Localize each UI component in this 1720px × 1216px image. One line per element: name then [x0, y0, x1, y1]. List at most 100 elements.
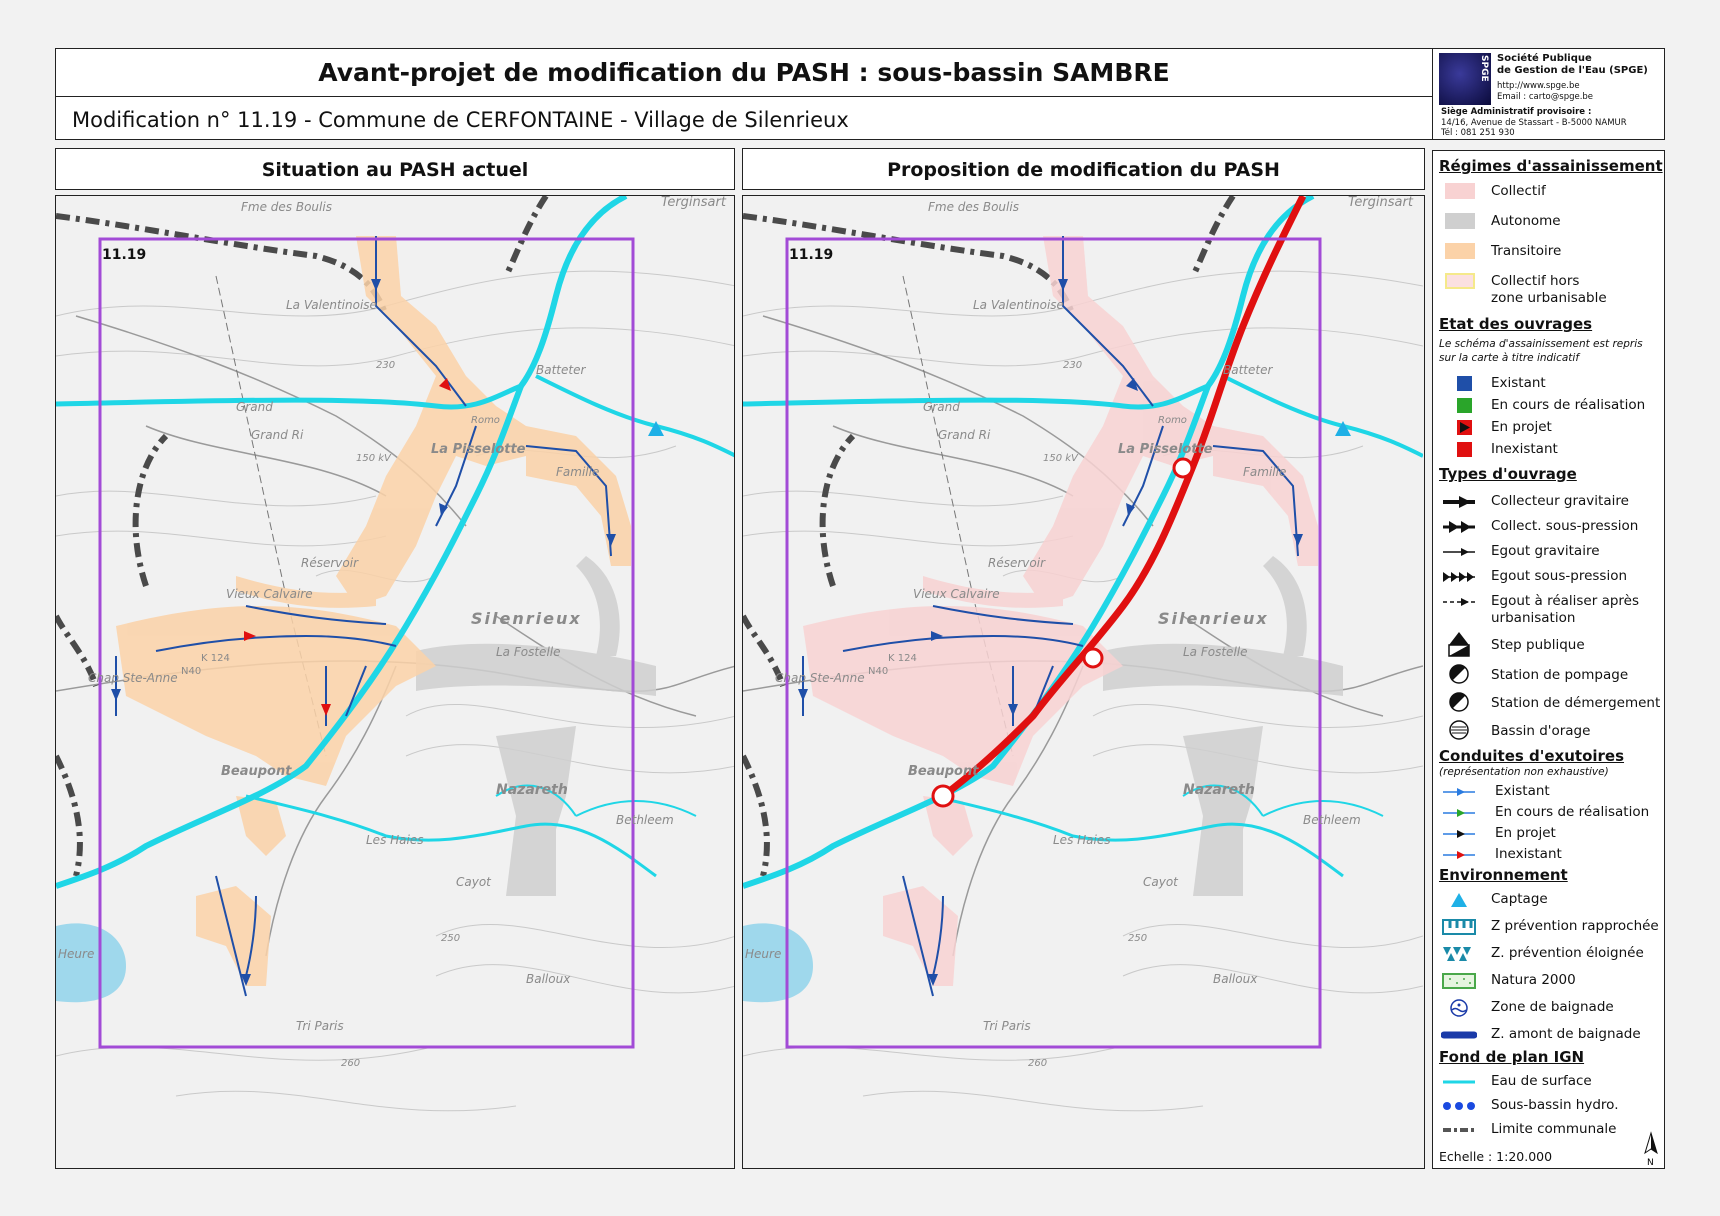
legend-item-collectif: Collectif — [1439, 181, 1664, 203]
storm-basin-icon — [1449, 720, 1469, 740]
org-website[interactable]: http://www.spge.be — [1497, 81, 1580, 91]
label-terginsart: Terginsart — [661, 196, 727, 210]
label-chap-ste-anne: Chap Ste-Anne — [775, 671, 865, 685]
outfall-existing-icon — [1443, 788, 1475, 796]
label-fme-des-boulis: Fme des Boulis — [241, 200, 332, 214]
projet-arrow-icon — [1460, 422, 1470, 433]
label-silenrieux: Silenrieux — [1158, 609, 1269, 628]
org-address: 14/16, Avenue de Stassart - B-5000 NAMUR — [1441, 118, 1627, 128]
label-romo: Romo — [1158, 415, 1187, 426]
legend: Régimes d'assainissement Collectif Auton… — [1432, 150, 1665, 1169]
captage-icon — [1451, 893, 1467, 907]
collector-pressure-icon — [1443, 521, 1475, 533]
outfall-missing-icon — [1443, 851, 1475, 859]
treatment-plant-icon — [1448, 632, 1470, 657]
label-cayot: Cayot — [456, 875, 492, 889]
close-prevention-icon — [1442, 919, 1476, 935]
legend-item-etat-en-cours: En cours de réalisation — [1439, 395, 1664, 417]
label-n40: N40 — [181, 666, 201, 677]
legend-item-z-amont-baignade: Z. amont de baignade — [1439, 1024, 1664, 1046]
label-cayot: Cayot — [1143, 875, 1179, 889]
legend-item-autonome: Autonome — [1439, 211, 1664, 233]
label-famille: Famille — [556, 465, 599, 479]
drainage-station-icon — [1449, 692, 1469, 712]
far-prevention-icon — [1443, 947, 1471, 961]
label-vieux-calvaire: Vieux Calvaire — [913, 587, 1000, 601]
spge-logo-text: SPGE — [1479, 55, 1489, 82]
legend-heading-types: Types d'ouvrage — [1439, 465, 1577, 483]
legend-item-captage: Captage — [1439, 889, 1664, 911]
label-nazareth: Nazareth — [1183, 782, 1255, 798]
legend-item-eau-surface: Eau de surface — [1439, 1071, 1664, 1093]
legend-item-step: Step publique — [1439, 631, 1664, 659]
label-contour-260: 260 — [341, 1058, 360, 1069]
org-name-2: de Gestion de l'Eau (SPGE) — [1497, 65, 1648, 76]
municipal-boundary-icon — [1443, 1128, 1475, 1132]
label-reservoir: Réservoir — [301, 556, 359, 570]
map-current-situation[interactable]: Fme des Boulis Terginsart La Valentinois… — [55, 195, 735, 1169]
org-office-label: Siège Administratif provisoire : — [1441, 107, 1592, 117]
collectif-hors-zone-swatch — [1445, 273, 1475, 289]
surface-water-icon — [1443, 1080, 1475, 1084]
label-150kv: 150 kV — [356, 453, 392, 464]
collectif-swatch — [1445, 183, 1475, 199]
label-fme-des-boulis: Fme des Boulis — [928, 200, 1019, 214]
label-heure: Heure — [745, 947, 781, 961]
label-batteter: Batteter — [1223, 363, 1273, 377]
legend-item-etat-existant: Existant — [1439, 373, 1664, 395]
title-block: Avant-projet de modification du PASH : s… — [55, 48, 1433, 140]
map-scale: Echelle : 1:20.000 — [1439, 1149, 1553, 1164]
label-grand-ri: Grand Ri — [251, 428, 304, 442]
label-beaupont: Beaupont — [908, 764, 979, 779]
map-sheet-title: Avant-projet de modification du PASH : s… — [56, 49, 1432, 97]
map-proposed-modification[interactable]: Fme des Boulis Terginsart La Valentinois… — [742, 195, 1425, 1169]
label-vieux-calvaire: Vieux Calvaire — [226, 587, 313, 601]
legend-item-etat-inexistant: Inexistant — [1439, 439, 1664, 461]
legend-item-z-prevention-rapprochee: Z prévention rapprochée — [1439, 916, 1664, 938]
legend-item-collecteur-gravitaire: Collecteur gravitaire — [1439, 491, 1664, 513]
zone-id-label: 11.19 — [789, 247, 833, 263]
label-contour-250: 250 — [1128, 933, 1147, 944]
label-nazareth: Nazareth — [496, 782, 568, 798]
legend-item-conduite-projet: En projet — [1439, 823, 1664, 845]
legend-item-transitoire: Transitoire — [1439, 241, 1664, 263]
legend-item-collectif-hors-zone: Collectif hors zone urbanisable — [1439, 271, 1664, 307]
label-beaupont: Beaupont — [221, 764, 292, 779]
label-contour-260: 260 — [1028, 1058, 1047, 1069]
org-email[interactable]: Email : carto@spge.be — [1497, 92, 1593, 102]
legend-item-bassin-orage: Bassin d'orage — [1439, 719, 1664, 745]
label-bethleem: Bethleem — [1303, 813, 1361, 827]
label-romo: Romo — [471, 415, 500, 426]
transitoire-swatch — [1445, 243, 1475, 259]
legend-item-station-pompage: Station de pompage — [1439, 663, 1664, 689]
legend-heading-fond: Fond de plan IGN — [1439, 1048, 1585, 1066]
legend-heading-etat: Etat des ouvrages — [1439, 315, 1593, 333]
label-contour-250: 250 — [441, 933, 460, 944]
natura-icon — [1442, 973, 1476, 989]
label-les-haies: Les Haies — [366, 833, 423, 847]
legend-note-conduites: (représentation non exhaustive) — [1439, 766, 1609, 778]
org-name-1: Société Publique — [1497, 53, 1592, 64]
bathing-zone-icon — [1450, 999, 1468, 1017]
label-la-valentinoise: La Valentinoise — [286, 298, 377, 312]
label-la-pisselotte: La Pisselotte — [1118, 442, 1213, 457]
label-150kv: 150 kV — [1043, 453, 1079, 464]
label-contour-230: 230 — [376, 360, 395, 371]
legend-item-egout-sous-pression: Egout sous-pression — [1439, 566, 1664, 588]
legend-item-limite-communale: Limite communale — [1439, 1119, 1664, 1141]
label-k124: K 124 — [201, 653, 230, 664]
label-n40: N40 — [868, 666, 888, 677]
label-reservoir: Réservoir — [988, 556, 1046, 570]
upstream-bathing-icon — [1441, 1031, 1477, 1039]
label-tri-paris: Tri Paris — [296, 1019, 344, 1033]
spge-logo: SPGE — [1439, 53, 1491, 105]
legend-item-z-prevention-eloignee: Z. prévention éloignée — [1439, 943, 1664, 965]
label-famille: Famille — [1243, 465, 1286, 479]
legend-item-conduite-existant: Existant — [1439, 781, 1664, 803]
legend-item-zone-baignade: Zone de baignade — [1439, 997, 1664, 1019]
right-map-title: Proposition de modification du PASH — [742, 148, 1425, 190]
legend-item-conduite-en-cours: En cours de réalisation — [1439, 802, 1664, 824]
label-batteter: Batteter — [536, 363, 586, 377]
legend-item-station-demergement: Station de démergement — [1439, 691, 1664, 717]
label-grand: Grand — [923, 400, 960, 414]
